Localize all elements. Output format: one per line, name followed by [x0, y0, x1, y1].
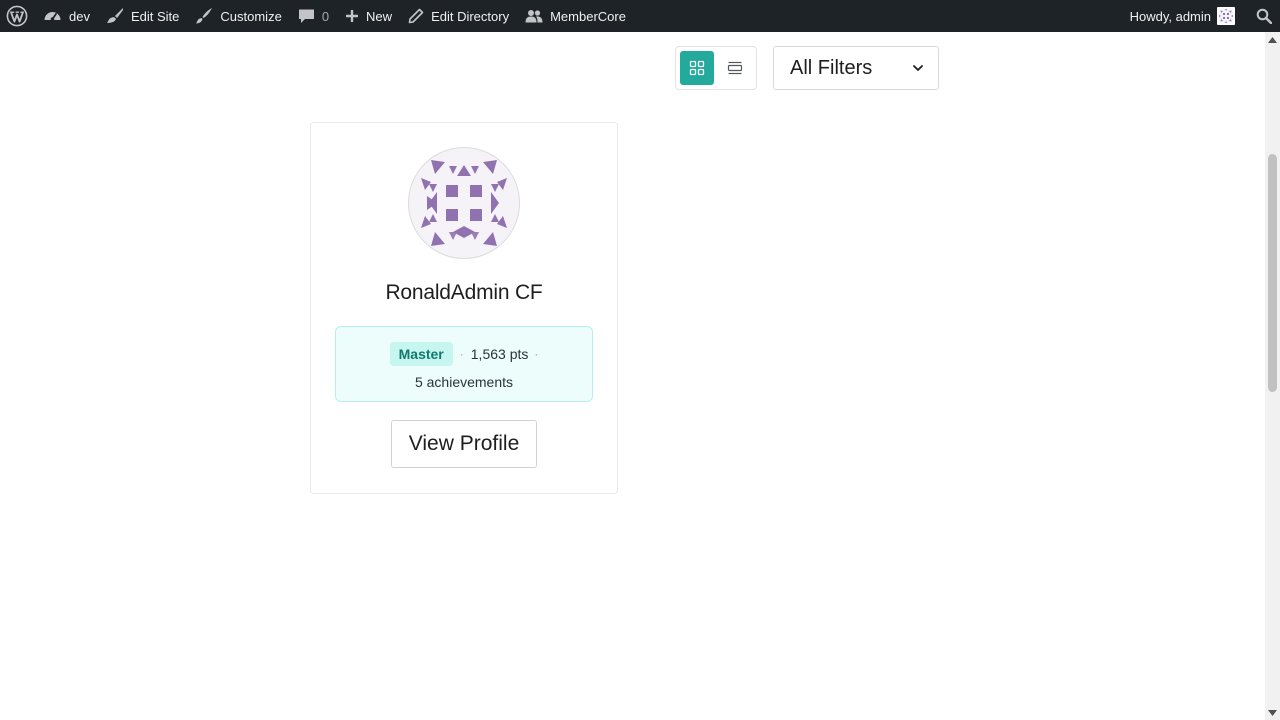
member-name[interactable]: RonaldAdmin CF	[311, 281, 617, 305]
achievements-count: 5 achievements	[414, 374, 514, 390]
rank-badge: Master	[389, 342, 453, 366]
comments-count: 0	[321, 8, 330, 24]
view-profile-button[interactable]: View Profile	[391, 420, 537, 468]
howdy-label: Howdy, admin	[1129, 8, 1211, 24]
comment-icon	[298, 9, 314, 23]
plus-icon	[346, 10, 359, 22]
view-toggle	[675, 46, 757, 90]
admin-bar: dev Edit Site Customize 0 New Edit Direc…	[0, 0, 1280, 32]
pencil-icon	[408, 8, 424, 24]
my-account-link[interactable]: Howdy, admin	[1122, 0, 1242, 32]
customize-link[interactable]: Customize	[187, 0, 289, 32]
stats-row: Master · 1,563 pts ·	[336, 342, 592, 366]
scroll-down-arrow-icon[interactable]	[1265, 705, 1280, 720]
member-stats: Master · 1,563 pts · 5 achievements	[335, 326, 593, 402]
list-icon	[727, 61, 743, 75]
site-name: dev	[69, 8, 90, 24]
membercore-link[interactable]: MemberCore	[517, 0, 634, 32]
member-card: RonaldAdmin CF Master · 1,563 pts · 5 ac…	[310, 122, 618, 494]
separator-dot: ·	[459, 347, 464, 361]
edit-directory-link[interactable]: Edit Directory	[400, 0, 517, 32]
points-value: 1,563 pts	[470, 346, 529, 362]
users-icon	[525, 10, 543, 23]
scrollbar-thumb[interactable]	[1268, 154, 1277, 392]
grid-icon	[689, 60, 705, 76]
wordpress-menu[interactable]	[0, 0, 35, 32]
edit-site-link[interactable]: Edit Site	[98, 0, 187, 32]
dashboard-icon	[44, 11, 61, 21]
scroll-up-arrow-icon[interactable]	[1265, 32, 1280, 47]
edit-site-label: Edit Site	[130, 8, 180, 24]
new-content-link[interactable]: New	[337, 0, 400, 32]
separator-dot: ·	[534, 347, 539, 361]
wordpress-logo-icon	[6, 5, 28, 27]
edit-directory-label: Edit Directory	[431, 8, 510, 24]
membercore-label: MemberCore	[550, 8, 626, 24]
paintbrush-icon	[196, 8, 213, 24]
brush-icon	[106, 8, 123, 23]
site-name-link[interactable]: dev	[35, 0, 98, 32]
list-view-button[interactable]	[718, 51, 752, 85]
admin-search-button[interactable]	[1242, 0, 1280, 32]
filters-label: All Filters	[790, 56, 873, 79]
admin-avatar	[1217, 7, 1235, 25]
new-label: New	[366, 8, 393, 24]
comments-link[interactable]: 0	[290, 0, 337, 32]
all-filters-dropdown[interactable]: All Filters	[773, 46, 939, 90]
grid-view-button[interactable]	[680, 51, 714, 85]
customize-label: Customize	[220, 8, 282, 24]
chevron-down-icon	[913, 65, 923, 71]
page-scrollbar[interactable]	[1265, 32, 1280, 720]
search-icon	[1256, 8, 1272, 24]
member-avatar[interactable]	[408, 147, 520, 259]
